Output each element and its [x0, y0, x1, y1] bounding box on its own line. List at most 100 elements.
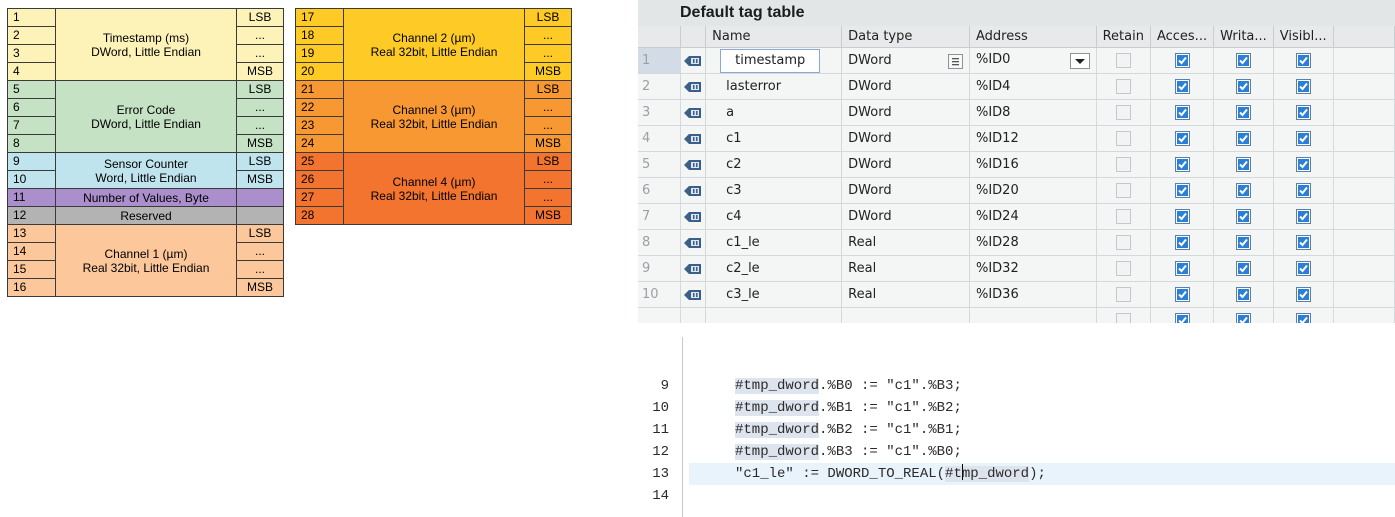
accessible-cell[interactable] — [1150, 99, 1215, 126]
code-line[interactable]: 13 "c1_le" := DWORD_TO_REAL(#tmp_dword); — [638, 463, 1395, 485]
tag-type-cell[interactable]: DWord — [841, 125, 970, 152]
writable-cell[interactable] — [1213, 151, 1274, 178]
tag-address-cell[interactable]: %ID28 — [969, 229, 1097, 256]
row-number-header[interactable] — [638, 26, 682, 48]
code-line[interactable]: 12 #tmp_dword.%B3 := "c1".%B0; — [638, 441, 1395, 463]
column-header-writable[interactable]: Writa... — [1213, 26, 1274, 48]
writable-cell[interactable] — [1213, 255, 1274, 282]
visible-cell[interactable] — [1273, 203, 1334, 230]
checkbox-checked[interactable] — [1174, 209, 1190, 224]
checkbox-checked[interactable] — [1295, 235, 1311, 250]
visible-cell[interactable] — [1273, 99, 1334, 126]
checkbox-checked[interactable] — [1174, 53, 1190, 68]
column-header-accessible[interactable]: Acces... — [1150, 26, 1215, 48]
column-header-address[interactable]: Address — [969, 26, 1097, 48]
row-number[interactable]: 1 — [638, 47, 682, 74]
accessible-cell[interactable] — [1150, 281, 1215, 308]
writable-cell[interactable] — [1213, 281, 1274, 308]
checkbox-unchecked[interactable] — [1115, 287, 1131, 302]
code-line[interactable]: 9 #tmp_dword.%B0 := "c1".%B3; — [638, 375, 1395, 397]
checkbox-checked[interactable] — [1174, 313, 1190, 323]
checkbox-checked[interactable] — [1174, 157, 1190, 172]
column-header-visible[interactable]: Visibl... — [1273, 26, 1334, 48]
checkbox-checked[interactable] — [1295, 131, 1311, 146]
tag-address-cell[interactable]: %ID16 — [969, 151, 1097, 178]
writable-cell[interactable] — [1213, 229, 1274, 256]
tag-name-editor[interactable]: timestamp — [720, 48, 821, 73]
tag-row[interactable]: 4 c1 DWord %ID12 — [638, 125, 1395, 152]
visible-cell[interactable] — [1273, 177, 1334, 204]
checkbox-checked[interactable] — [1295, 287, 1311, 302]
column-header-data-type[interactable]: Data type — [841, 26, 970, 48]
accessible-cell[interactable] — [1150, 177, 1215, 204]
tag-name-cell[interactable]: a — [705, 99, 843, 126]
tag-address-cell[interactable]: %ID4 — [969, 73, 1097, 100]
accessible-cell[interactable] — [1150, 151, 1215, 178]
writable-cell[interactable] — [1213, 125, 1274, 152]
tag-name-cell[interactable]: timestamp — [705, 47, 843, 74]
address-dropdown-button[interactable] — [1069, 53, 1090, 69]
tag-type-cell[interactable]: DWord — [841, 73, 970, 100]
tag-row[interactable]: 3 a DWord %ID8 — [638, 99, 1395, 126]
tag-address-cell[interactable]: %ID20 — [969, 177, 1097, 204]
accessible-cell[interactable] — [1150, 203, 1215, 230]
row-number[interactable]: 4 — [638, 125, 682, 152]
tag-row[interactable]: 10 c3_le Real %ID36 — [638, 281, 1395, 308]
tag-row[interactable]: 9 c2_le Real %ID32 — [638, 255, 1395, 282]
tag-name-cell[interactable]: c1_le — [705, 229, 843, 256]
tag-row[interactable]: 1 timestamp DWord %ID0 — [638, 47, 1395, 74]
visible-cell[interactable] — [1273, 125, 1334, 152]
checkbox-checked[interactable] — [1174, 287, 1190, 302]
visible-cell[interactable] — [1273, 229, 1334, 256]
row-number[interactable]: 2 — [638, 73, 682, 100]
checkbox-unchecked[interactable] — [1115, 131, 1131, 146]
visible-cell[interactable] — [1273, 255, 1334, 282]
retain-cell[interactable] — [1096, 281, 1151, 308]
tag-row[interactable]: 5 c2 DWord %ID16 — [638, 151, 1395, 178]
visible-cell[interactable] — [1273, 151, 1334, 178]
row-number[interactable]: 9 — [638, 255, 682, 282]
checkbox-checked[interactable] — [1174, 235, 1190, 250]
tag-type-cell[interactable]: Real — [841, 281, 970, 308]
code-editor[interactable]: 8 9#tmp_dword.%B0 := "c1".%B3;10#tmp_dwo… — [638, 323, 1395, 517]
visible-cell[interactable] — [1273, 47, 1334, 74]
retain-cell[interactable] — [1096, 125, 1151, 152]
checkbox-checked[interactable] — [1295, 313, 1311, 323]
tag-type-cell[interactable]: Real — [841, 229, 970, 256]
checkbox-checked[interactable] — [1235, 261, 1251, 276]
visible-cell[interactable] — [1273, 73, 1334, 100]
tag-address-cell[interactable]: %ID24 — [969, 203, 1097, 230]
writable-cell[interactable] — [1213, 47, 1274, 74]
tag-address-cell[interactable]: %ID8 — [969, 99, 1097, 126]
visible-cell[interactable] — [1273, 281, 1334, 308]
row-number[interactable]: 10 — [638, 281, 682, 308]
checkbox-checked[interactable] — [1295, 53, 1311, 68]
accessible-cell[interactable] — [1150, 255, 1215, 282]
checkbox-checked[interactable] — [1235, 235, 1251, 250]
tag-row[interactable]: 7 c4 DWord %ID24 — [638, 203, 1395, 230]
tag-row[interactable]: 2 lasterror DWord %ID4 — [638, 73, 1395, 100]
checkbox-unchecked[interactable] — [1115, 209, 1131, 224]
tag-type-cell[interactable]: DWord — [841, 47, 970, 74]
checkbox-checked[interactable] — [1235, 157, 1251, 172]
checkbox-checked[interactable] — [1295, 209, 1311, 224]
tag-type-cell[interactable]: Real — [841, 255, 970, 282]
tag-name-cell[interactable]: c4 — [705, 203, 843, 230]
checkbox-checked[interactable] — [1295, 261, 1311, 276]
accessible-cell[interactable] — [1150, 73, 1215, 100]
type-browse-button[interactable] — [947, 53, 963, 69]
tag-type-cell[interactable]: DWord — [841, 99, 970, 126]
column-header-name[interactable]: Name — [705, 26, 843, 48]
checkbox-unchecked[interactable] — [1115, 183, 1131, 198]
checkbox-checked[interactable] — [1235, 53, 1251, 68]
tag-type-cell[interactable]: DWord — [841, 203, 970, 230]
checkbox-checked[interactable] — [1174, 79, 1190, 94]
checkbox-checked[interactable] — [1174, 105, 1190, 120]
retain-cell[interactable] — [1096, 99, 1151, 126]
row-number[interactable]: 7 — [638, 203, 682, 230]
checkbox-checked[interactable] — [1235, 79, 1251, 94]
row-number[interactable]: 8 — [638, 229, 682, 256]
checkbox-checked[interactable] — [1295, 79, 1311, 94]
checkbox-unchecked[interactable] — [1115, 157, 1131, 172]
checkbox-checked[interactable] — [1235, 313, 1251, 323]
